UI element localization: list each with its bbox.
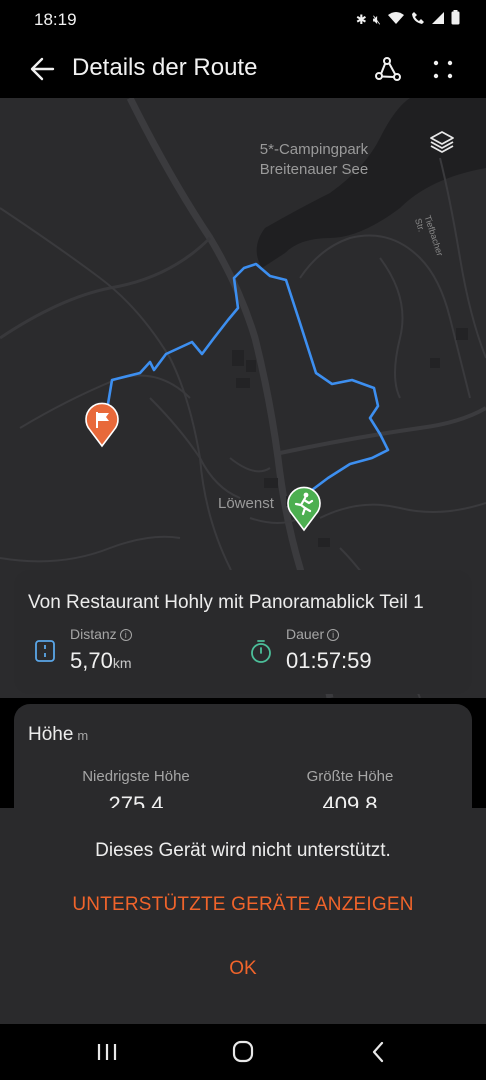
unsupported-device-dialog: Dieses Gerät wird nicht unterstützt. UNT… xyxy=(0,808,486,1024)
recents-icon[interactable] xyxy=(92,1038,122,1066)
battery-icon xyxy=(451,10,460,30)
mute-icon: 🔇︎ xyxy=(372,12,381,27)
finish-flag-icon[interactable] xyxy=(84,402,120,448)
distance-value: 5,70km xyxy=(70,648,132,673)
status-icons: ✱ 🔇︎ xyxy=(356,10,460,30)
call-icon xyxy=(411,11,425,30)
lowest-value: 275,4 xyxy=(108,792,164,808)
bluetooth-icon: ✱ xyxy=(355,12,367,27)
place-label-campground: 5*-Campingpark Breitenauer See xyxy=(259,141,369,178)
lowest-label: Niedrigste Höhe xyxy=(82,768,190,785)
highest-label: Größte Höhe xyxy=(306,768,394,785)
arrow-left-icon[interactable] xyxy=(26,52,60,86)
info-icon[interactable]: i xyxy=(119,629,132,641)
status-time: 18:19 xyxy=(34,10,77,29)
duration-label: Dauer i xyxy=(286,626,340,642)
duration-value: 01:57:59 xyxy=(286,648,372,673)
road-icon xyxy=(32,638,58,664)
signal-icon xyxy=(431,11,445,30)
ok-button[interactable]: OK xyxy=(213,958,273,980)
elevation-title: Höhe m xyxy=(28,724,89,745)
place-label-town: Löwenst xyxy=(218,495,274,512)
route-summary-card: Von Restaurant Hohly mit Panoramablick T… xyxy=(14,570,472,694)
dialog-message: Dieses Gerät wird nicht unterstützt. xyxy=(95,840,391,861)
app-bar: Details der Route xyxy=(0,40,486,98)
wifi-icon xyxy=(387,11,405,30)
stopwatch-icon xyxy=(248,638,274,664)
show-supported-devices-button[interactable]: UNTERSTÜTZTE GERÄTE ANZEIGEN xyxy=(0,894,486,916)
info-icon[interactable]: i xyxy=(327,629,340,641)
highest-value: 409,8 xyxy=(322,792,378,808)
layers-icon[interactable] xyxy=(428,128,456,156)
page-title: Details der Route xyxy=(72,54,258,81)
back-icon[interactable] xyxy=(364,1038,394,1066)
distance-label: Distanz i xyxy=(70,626,132,642)
start-runner-icon[interactable] xyxy=(286,486,322,532)
home-icon[interactable] xyxy=(228,1038,258,1066)
system-nav-bar xyxy=(0,1024,486,1080)
route-share-icon[interactable] xyxy=(370,52,404,86)
more-vertical-icon[interactable] xyxy=(428,52,458,86)
status-bar: 18:19 ✱ 🔇︎ xyxy=(0,0,486,40)
route-name: Von Restaurant Hohly mit Panoramablick T… xyxy=(28,592,424,613)
